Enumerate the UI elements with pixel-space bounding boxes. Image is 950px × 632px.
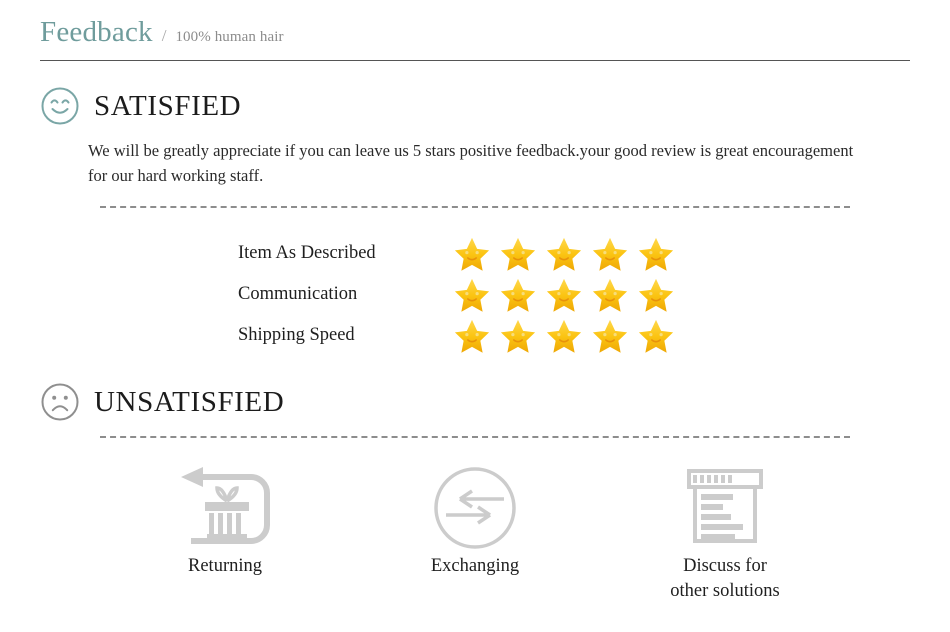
rating-label: Shipping Speed	[238, 325, 355, 346]
frowning-face-icon	[40, 382, 80, 422]
option-exchanging[interactable]: Exchanging	[350, 462, 600, 604]
unsatisfied-options: Returning Exchanging Discuss for other s…	[100, 462, 850, 604]
satisfied-section-heading: SATISFIED	[40, 86, 241, 126]
star-icon[interactable]	[499, 317, 537, 355]
star-icon[interactable]	[545, 235, 583, 273]
breadcrumb-separator: /	[161, 26, 167, 45]
satisfied-paragraph: We will be greatly appreciate if you can…	[88, 141, 854, 185]
page-title: Feedback	[40, 16, 153, 48]
divider-dashed-top	[100, 206, 850, 208]
page-header: Feedback / 100% human hair	[40, 18, 910, 58]
star-rating[interactable]	[453, 276, 675, 314]
star-icon[interactable]	[591, 276, 629, 314]
option-returning[interactable]: Returning	[100, 462, 350, 604]
smiley-face-icon	[40, 86, 80, 126]
star-icon[interactable]	[637, 276, 675, 314]
star-icon[interactable]	[591, 317, 629, 355]
star-icon[interactable]	[591, 235, 629, 273]
star-icon[interactable]	[453, 235, 491, 273]
star-icon[interactable]	[545, 276, 583, 314]
option-label: Exchanging	[430, 556, 520, 576]
unsatisfied-section-heading: UNSATISFIED	[40, 382, 284, 422]
rating-row: Shipping Speed	[238, 315, 675, 356]
star-icon[interactable]	[637, 317, 675, 355]
star-icon[interactable]	[453, 317, 491, 355]
return-package-icon	[173, 462, 277, 554]
star-icon[interactable]	[499, 276, 537, 314]
ratings-list: Item As Described Communication Shipping…	[238, 233, 675, 356]
option-label: Discuss for other solutions	[670, 556, 780, 601]
rating-row: Communication	[238, 274, 675, 315]
star-icon[interactable]	[545, 317, 583, 355]
star-icon[interactable]	[453, 276, 491, 314]
star-rating[interactable]	[453, 235, 675, 273]
star-icon[interactable]	[499, 235, 537, 273]
divider-dashed-bottom	[100, 436, 850, 438]
star-rating[interactable]	[453, 317, 675, 355]
rating-row: Item As Described	[238, 233, 675, 274]
unsatisfied-title: UNSATISFIED	[94, 385, 285, 418]
star-icon[interactable]	[637, 235, 675, 273]
option-label: Returning	[188, 556, 262, 576]
rating-label: Communication	[238, 284, 358, 305]
page-subtitle: 100% human hair	[175, 29, 284, 45]
option-discuss[interactable]: Discuss for other solutions	[600, 462, 850, 604]
exchange-arrows-icon	[432, 462, 518, 554]
header-divider	[40, 60, 910, 61]
discussion-window-icon	[679, 462, 771, 554]
satisfied-title: SATISFIED	[94, 89, 242, 122]
rating-label: Item As Described	[238, 243, 376, 264]
